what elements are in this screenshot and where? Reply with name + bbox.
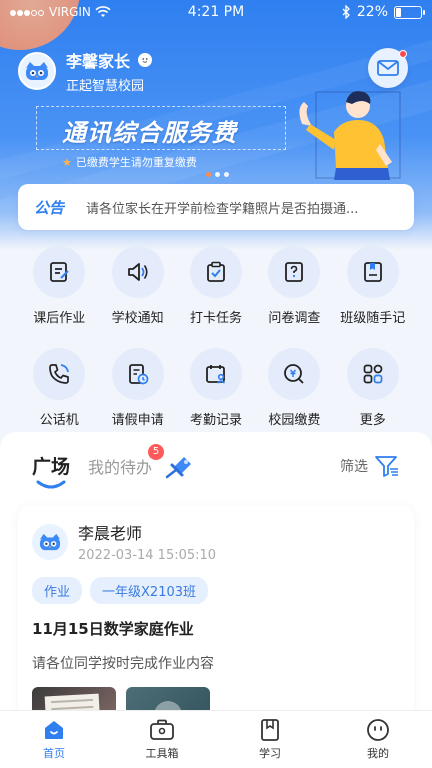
carousel-dots[interactable]: [206, 172, 229, 177]
post-time: 2022-03-14 15:05:10: [78, 548, 217, 563]
carrier-name: VIRGIN: [49, 5, 91, 19]
author-avatar[interactable]: [32, 523, 68, 560]
carousel-dot[interactable]: [224, 172, 229, 177]
user-profile[interactable]: 李馨家长 正起智慧校园: [18, 48, 153, 94]
tab-my-todo-label: 我的待办: [88, 457, 153, 477]
tab-my-todo[interactable]: 我的待办 5: [88, 443, 165, 478]
toolbox-icon: [150, 719, 174, 740]
nav-label: 学习: [259, 747, 281, 760]
battery-percent: 22%: [356, 4, 388, 20]
checkin-clipboard-icon: [189, 246, 242, 298]
tab-square-label: 广场: [32, 456, 71, 478]
banner-title[interactable]: 通讯综合服务费: [62, 113, 237, 148]
active-tab-indicator: [36, 480, 66, 489]
post-header: 李晨老师 2022-03-14 15:05:10: [32, 520, 400, 563]
menu-class-notes[interactable]: 班级随手记: [334, 246, 412, 326]
announcement-tag: 公告: [34, 198, 65, 217]
owl-avatar-icon: [40, 533, 60, 550]
nav-home[interactable]: 首页: [0, 711, 108, 768]
menu-label: 班级随手记: [340, 311, 406, 326]
menu-label: 问卷调查: [268, 311, 321, 326]
study-book-icon: [261, 719, 279, 741]
owl-avatar-icon: [26, 62, 48, 80]
battery-fill: [396, 7, 402, 17]
more-grid-icon: [346, 348, 399, 400]
feed-tabs: 广场 我的待办 5 筛选: [32, 443, 400, 489]
star-icon: ★: [62, 155, 72, 169]
menu-label: 更多: [359, 413, 386, 428]
school-name: 正起智慧校园: [66, 79, 145, 94]
face-icon[interactable]: [138, 53, 153, 67]
home-icon: [45, 721, 63, 739]
menu-leave-request[interactable]: 请假申请: [98, 348, 176, 428]
menu-label: 课后作业: [33, 311, 86, 326]
signal-icon: [10, 5, 45, 19]
pin-icon: [165, 456, 192, 478]
filter-icon: [375, 455, 398, 477]
banner-subtitle: 已缴费学生请勿重复缴费: [75, 156, 197, 169]
post-title: 11月15日数学家庭作业: [32, 620, 194, 638]
menu-questionnaire[interactable]: 问卷调查: [255, 246, 333, 326]
wifi-icon: [95, 6, 111, 17]
announcement-text[interactable]: 请各位家长在开学前检查学籍照片是否拍摄通...: [86, 198, 358, 217]
class-notes-icon: [346, 246, 399, 298]
menu-label: 校园缴费: [268, 413, 321, 428]
nav-toolbox[interactable]: 工具箱: [108, 711, 216, 768]
user-name-row: 李馨家长: [66, 48, 153, 72]
nav-label: 工具箱: [145, 747, 179, 760]
homework-icon: [33, 246, 86, 298]
menu-label: 公话机: [39, 413, 79, 428]
post-content: 请各位同学按时完成作业内容: [32, 656, 214, 672]
menu-label: 请假申请: [111, 413, 164, 428]
todo-count-badge: 5: [148, 443, 165, 460]
post-tags: 作业 一年级X2103班: [32, 577, 400, 604]
menu-payment[interactable]: 校园缴费: [255, 348, 333, 428]
avatar[interactable]: [18, 52, 56, 90]
feature-grid: 课后作业 学校通知 打卡任务 问卷调查 班级随手记 公话机 请假申请 考勤记录 …: [20, 246, 412, 428]
menu-school-notice[interactable]: 学校通知: [98, 246, 176, 326]
filter-label: 筛选: [340, 458, 368, 475]
menu-checkin[interactable]: 打卡任务: [177, 246, 255, 326]
post-tag[interactable]: 一年级X2103班: [90, 577, 209, 604]
user-name: 李馨家长: [66, 52, 131, 71]
profile-icon: [367, 719, 389, 741]
tab-square[interactable]: 广场: [32, 452, 71, 489]
unread-dot: [399, 50, 407, 58]
status-bar: VIRGIN 4:21 PM 22%: [0, 0, 432, 24]
announcement-bar[interactable]: 公告 请各位家长在开学前检查学籍照片是否拍摄通...: [18, 184, 414, 230]
post-author: 李晨老师: [78, 524, 143, 543]
menu-label: 考勤记录: [189, 413, 242, 428]
nav-study[interactable]: 学习: [216, 711, 324, 768]
battery-icon: [394, 5, 425, 19]
megaphone-icon: [111, 246, 164, 298]
attendance-icon: [189, 348, 242, 400]
menu-homework[interactable]: 课后作业: [20, 246, 98, 326]
banner-subtitle-row: ★ 已缴费学生请勿重复缴费: [62, 154, 197, 170]
carousel-dot[interactable]: [206, 172, 211, 177]
filter-button[interactable]: 筛选: [340, 454, 400, 478]
nav-profile[interactable]: 我的: [324, 711, 432, 768]
bottom-navigation: 首页 工具箱 学习 我的: [0, 710, 432, 768]
status-time: 4:21 PM: [187, 4, 245, 20]
menu-phone[interactable]: 公话机: [20, 348, 98, 428]
message-button[interactable]: [368, 48, 408, 88]
payment-icon: [268, 348, 321, 400]
carrier-info: VIRGIN: [10, 5, 111, 19]
bluetooth-icon: [342, 5, 350, 19]
leave-request-icon: [111, 348, 164, 400]
questionnaire-icon: [268, 246, 321, 298]
banner-illustration[interactable]: [292, 84, 404, 180]
nav-label: 我的: [367, 747, 389, 760]
carousel-dot[interactable]: [215, 172, 220, 177]
menu-label: 学校通知: [111, 311, 164, 326]
phone-icon: [33, 348, 86, 400]
mail-icon: [377, 60, 399, 76]
nav-label: 首页: [43, 747, 65, 760]
menu-more[interactable]: 更多: [334, 348, 412, 428]
menu-attendance[interactable]: 考勤记录: [177, 348, 255, 428]
menu-label: 打卡任务: [189, 311, 242, 326]
square-feed: 广场 我的待办 5 筛选 李晨老师 2022-03-14 15:05:10 作业…: [0, 432, 432, 747]
post-tag[interactable]: 作业: [32, 577, 83, 604]
